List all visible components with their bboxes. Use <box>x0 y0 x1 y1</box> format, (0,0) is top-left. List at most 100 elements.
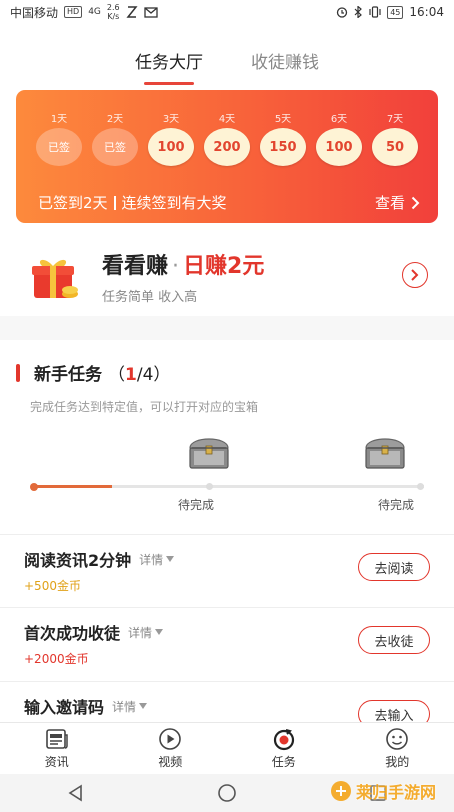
section-description: 完成任务达到特定值，可以打开对应的宝箱 <box>30 400 259 414</box>
tab-task-hall[interactable]: 任务大厅 <box>135 48 203 73</box>
network-speed: 2.6 K/s <box>106 3 120 21</box>
sign-day: 7天 50 <box>370 110 420 166</box>
task-progress-count: （1/4） <box>108 365 171 385</box>
promo-text: 连续签到有大奖 <box>121 194 227 212</box>
task-reward: +500金币 <box>24 579 81 593</box>
view-label: 查看 <box>374 194 405 212</box>
bottom-navigation: 资讯 视频 任务 我的 <box>0 722 454 774</box>
sign-day: 2天 已签 <box>90 110 140 166</box>
task-icon <box>273 729 294 751</box>
section-title: 新手任务 <box>34 365 102 385</box>
status-bar: 中国移动 HD 4G 2.6 K/s 45 16:04 <box>0 0 454 24</box>
top-tabs: 任务大厅 收徒赚钱 <box>0 24 454 84</box>
watermark-text: 莱归手游网 <box>356 783 437 802</box>
progress-node <box>206 483 213 490</box>
gift-box-icon <box>32 259 78 298</box>
sign-day: 4天 200 <box>202 110 252 166</box>
carrier-label: 中国移动 <box>10 5 59 20</box>
day-reward: 50 <box>372 128 418 166</box>
task-row: 首次成功收徒 详情 +2000金币 去收徒 <box>0 608 454 682</box>
divider <box>113 196 116 210</box>
day-reward: 已签 <box>36 128 82 166</box>
sign-in-card: 1天 已签 2天 已签 3天 100 4天 200 5天 150 6天 100 <box>16 90 438 223</box>
home-button[interactable] <box>213 779 241 807</box>
caret-down-icon <box>166 556 175 562</box>
day-label: 2天 <box>106 114 124 125</box>
go-recruit-button[interactable]: 去收徒 <box>358 626 430 654</box>
watch-earn-arrow-button[interactable] <box>402 262 428 288</box>
day-label: 1天 <box>50 114 68 125</box>
chest-status-label: 待完成 <box>178 498 215 512</box>
view-sign-in-button[interactable]: 查看 <box>375 192 420 213</box>
nav-item-video[interactable]: 视频 <box>114 723 228 774</box>
task-name: 阅读资讯2分钟 <box>24 551 132 570</box>
nav-item-news[interactable]: 资讯 <box>0 723 114 774</box>
watch-earn-title: 看看赚 · 日赚2元 <box>102 254 265 279</box>
video-play-icon <box>159 728 182 750</box>
sign-day: 3天 100 <box>146 110 196 166</box>
task-detail-link[interactable]: 详情 <box>139 551 175 568</box>
nav-label: 任务 <box>271 755 296 769</box>
alarm-icon <box>337 7 348 18</box>
task-name: 输入邀请码 <box>24 698 105 717</box>
day-label: 4天 <box>218 114 236 125</box>
clock: 16:04 <box>409 5 444 19</box>
progress-start-dot <box>30 482 38 491</box>
mail-icon <box>143 6 158 18</box>
chevron-right-icon <box>411 269 419 281</box>
day-reward: 100 <box>316 128 362 166</box>
nav-item-profile[interactable]: 我的 <box>341 723 454 774</box>
chest-status-label: 待完成 <box>378 498 415 512</box>
watch-earn-banner[interactable]: 看看赚 · 日赚2元 任务简单 收入高 <box>0 236 454 316</box>
treasure-chest-icon[interactable] <box>184 432 234 472</box>
profile-icon <box>386 728 409 750</box>
go-read-button[interactable]: 去阅读 <box>358 553 430 581</box>
task-detail-link[interactable]: 详情 <box>112 698 148 715</box>
day-reward: 150 <box>260 128 306 166</box>
sign-day: 1天 已签 <box>34 110 84 166</box>
task-detail-link[interactable]: 详情 <box>128 624 164 641</box>
sign-in-days: 1天 已签 2天 已签 3天 100 4天 200 5天 150 6天 100 <box>16 90 438 166</box>
nav-item-tasks[interactable]: 任务 <box>227 723 341 774</box>
battery-indicator: 45 <box>387 5 404 19</box>
home-circle-icon <box>218 784 236 802</box>
watermark-logo-icon <box>331 781 351 801</box>
chevron-right-icon <box>411 196 420 209</box>
day-reward: 200 <box>204 128 250 166</box>
section-divider <box>0 316 454 340</box>
watch-earn-subtitle: 任务简单 收入高 <box>102 290 198 305</box>
day-label: 5天 <box>274 114 292 125</box>
back-button[interactable] <box>62 779 90 807</box>
sign-day: 6天 100 <box>314 110 364 166</box>
task-name: 首次成功收徒 <box>24 624 121 643</box>
signed-days-text: 已签到2天 <box>38 194 108 212</box>
news-icon <box>45 729 68 749</box>
vibrate-icon <box>369 6 381 18</box>
day-label: 6天 <box>330 114 348 125</box>
treasure-chest-icon[interactable] <box>360 432 410 472</box>
nav-label: 视频 <box>158 755 183 769</box>
progress-node <box>417 483 424 490</box>
day-reward: 已签 <box>92 128 138 166</box>
hd-badge: HD <box>64 6 83 18</box>
progress-fill <box>34 485 112 488</box>
network-label: 4G <box>88 7 101 17</box>
section-accent-bar <box>16 363 20 382</box>
mute-icon <box>126 6 138 18</box>
day-label: 7天 <box>386 114 404 125</box>
caret-down-icon <box>139 703 148 709</box>
task-row: 阅读资讯2分钟 详情 +500金币 去阅读 <box>0 534 454 608</box>
task-hall-screen: 中国移动 HD 4G 2.6 K/s 45 16:04 任务大厅 收徒赚钱 1天 … <box>0 0 454 812</box>
caret-down-icon <box>155 629 164 635</box>
task-reward: +2000金币 <box>24 652 89 666</box>
sign-day: 5天 150 <box>258 110 308 166</box>
tab-recruit-earn[interactable]: 收徒赚钱 <box>251 48 319 73</box>
bluetooth-icon <box>354 6 363 18</box>
nav-label: 我的 <box>385 755 410 769</box>
back-triangle-icon <box>68 784 82 802</box>
nav-label: 资讯 <box>44 755 69 769</box>
day-reward: 100 <box>148 128 194 166</box>
watermark: 莱归手游网 <box>330 776 448 806</box>
day-label: 3天 <box>162 114 180 125</box>
sign-in-status: 已签到2天 连续签到有大奖 <box>38 192 227 213</box>
